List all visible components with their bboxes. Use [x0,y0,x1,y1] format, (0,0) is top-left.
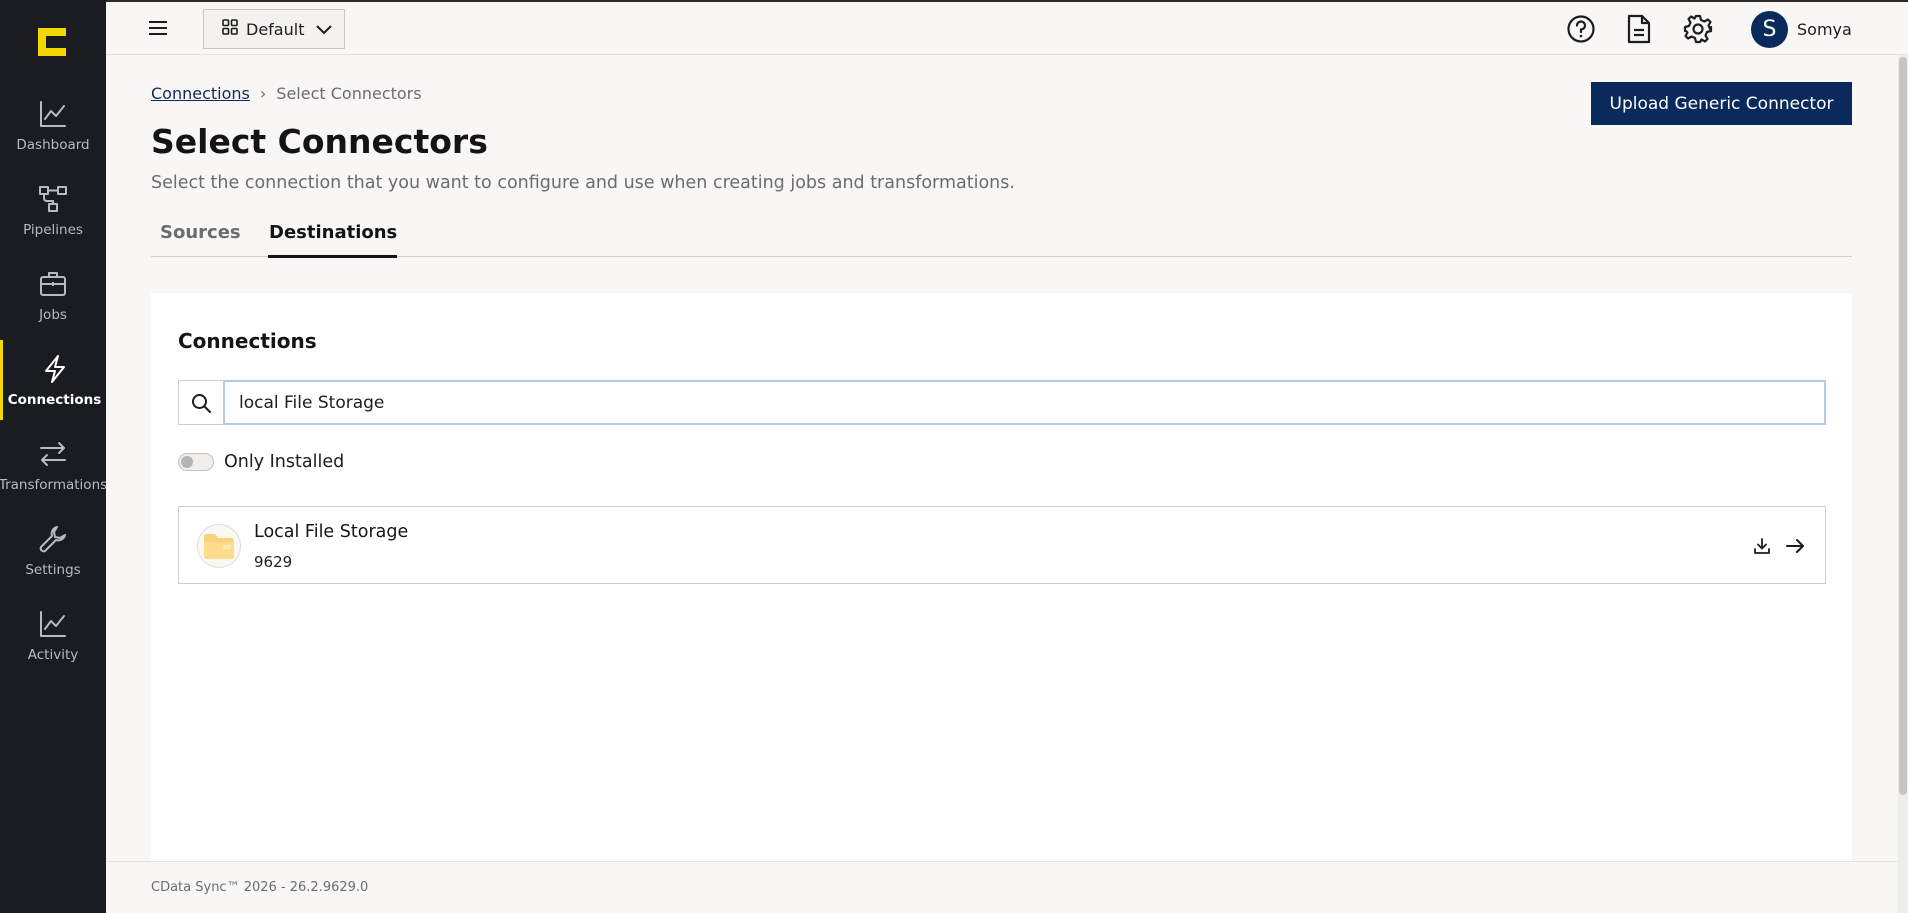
sidebar-item-label: Pipelines [23,222,83,238]
user-name: Somya [1797,20,1852,39]
search-icon[interactable] [178,380,223,425]
sidebar-item-label: Dashboard [16,137,90,153]
wrench-icon [36,522,70,556]
connector-tabs: Sources Destinations [151,212,1852,258]
document-icon[interactable] [1624,14,1654,44]
arrows-swap-icon [36,437,70,471]
card-title: Connections [178,329,317,353]
arrow-right-icon[interactable] [1783,534,1807,558]
sidebar-item-settings[interactable]: Settings [0,510,106,590]
sidebar-item-dashboard[interactable]: Dashboard [0,85,106,165]
connector-name: Local File Storage [254,522,409,542]
breadcrumb: Connections › Select Connectors [151,84,422,103]
breadcrumb-current: Select Connectors [276,84,422,103]
grid-icon [222,19,238,39]
sidebar: Dashboard Pipelines Jobs Connections Tra… [0,0,108,913]
download-icon[interactable] [1750,534,1774,558]
sidebar-item-transformations[interactable]: Transformations [0,425,108,505]
avatar: S [1751,11,1788,48]
breadcrumb-connections-link[interactable]: Connections [151,84,250,103]
workspace-label: Default [246,19,305,39]
tab-sources[interactable]: Sources [160,222,241,257]
version-text: CData Sync™ 2026 - 26.2.9629.0 [151,880,369,895]
page-title: Select Connectors [151,122,488,161]
menu-icon[interactable] [146,16,170,40]
sidebar-item-connections[interactable]: Connections [0,340,106,420]
help-icon[interactable] [1566,14,1596,44]
sidebar-item-label: Settings [25,562,81,578]
list-item[interactable]: Local File Storage 9629 [178,506,1826,584]
pipeline-icon [36,182,70,216]
only-installed-label: Only Installed [224,452,345,472]
briefcase-icon [36,267,70,301]
lightning-icon [38,352,72,386]
chevron-down-icon [316,20,333,39]
gear-icon[interactable] [1683,14,1713,44]
scrollbar-thumb[interactable] [1899,57,1907,795]
sidebar-item-label: Transformations [0,477,108,493]
chart-line-icon [36,607,70,641]
connector-version: 9629 [254,553,293,571]
sidebar-item-activity[interactable]: Activity [0,595,106,675]
page-description: Select the connection that you want to c… [151,173,1015,193]
sidebar-item-label: Activity [27,647,79,663]
sidebar-item-label: Jobs [39,307,67,323]
active-tab-indicator [268,255,397,258]
sidebar-item-jobs[interactable]: Jobs [0,255,106,335]
breadcrumb-separator: › [259,84,267,103]
workspace-selector[interactable]: Default [203,9,345,49]
chart-line-icon [36,97,70,131]
scrollbar[interactable] [1898,55,1908,913]
toggle-knob [181,456,193,468]
folder-icon [197,524,241,568]
search-input[interactable] [223,380,1826,425]
cdata-logo[interactable] [36,26,68,58]
sidebar-item-label: Connections [7,392,102,408]
search-bar [178,380,1826,425]
connections-card: Connections Only Installed Local File St… [151,293,1852,913]
top-bar: Default S Somya [106,0,1908,55]
only-installed-toggle-row: Only Installed [178,452,344,472]
footer: CData Sync™ 2026 - 26.2.9629.0 [106,861,1898,913]
only-installed-toggle[interactable] [178,453,214,471]
upload-generic-connector-button[interactable]: Upload Generic Connector [1591,82,1852,125]
sidebar-item-pipelines[interactable]: Pipelines [0,170,106,250]
tab-destinations[interactable]: Destinations [269,222,397,257]
user-menu[interactable]: S Somya [1751,11,1852,48]
